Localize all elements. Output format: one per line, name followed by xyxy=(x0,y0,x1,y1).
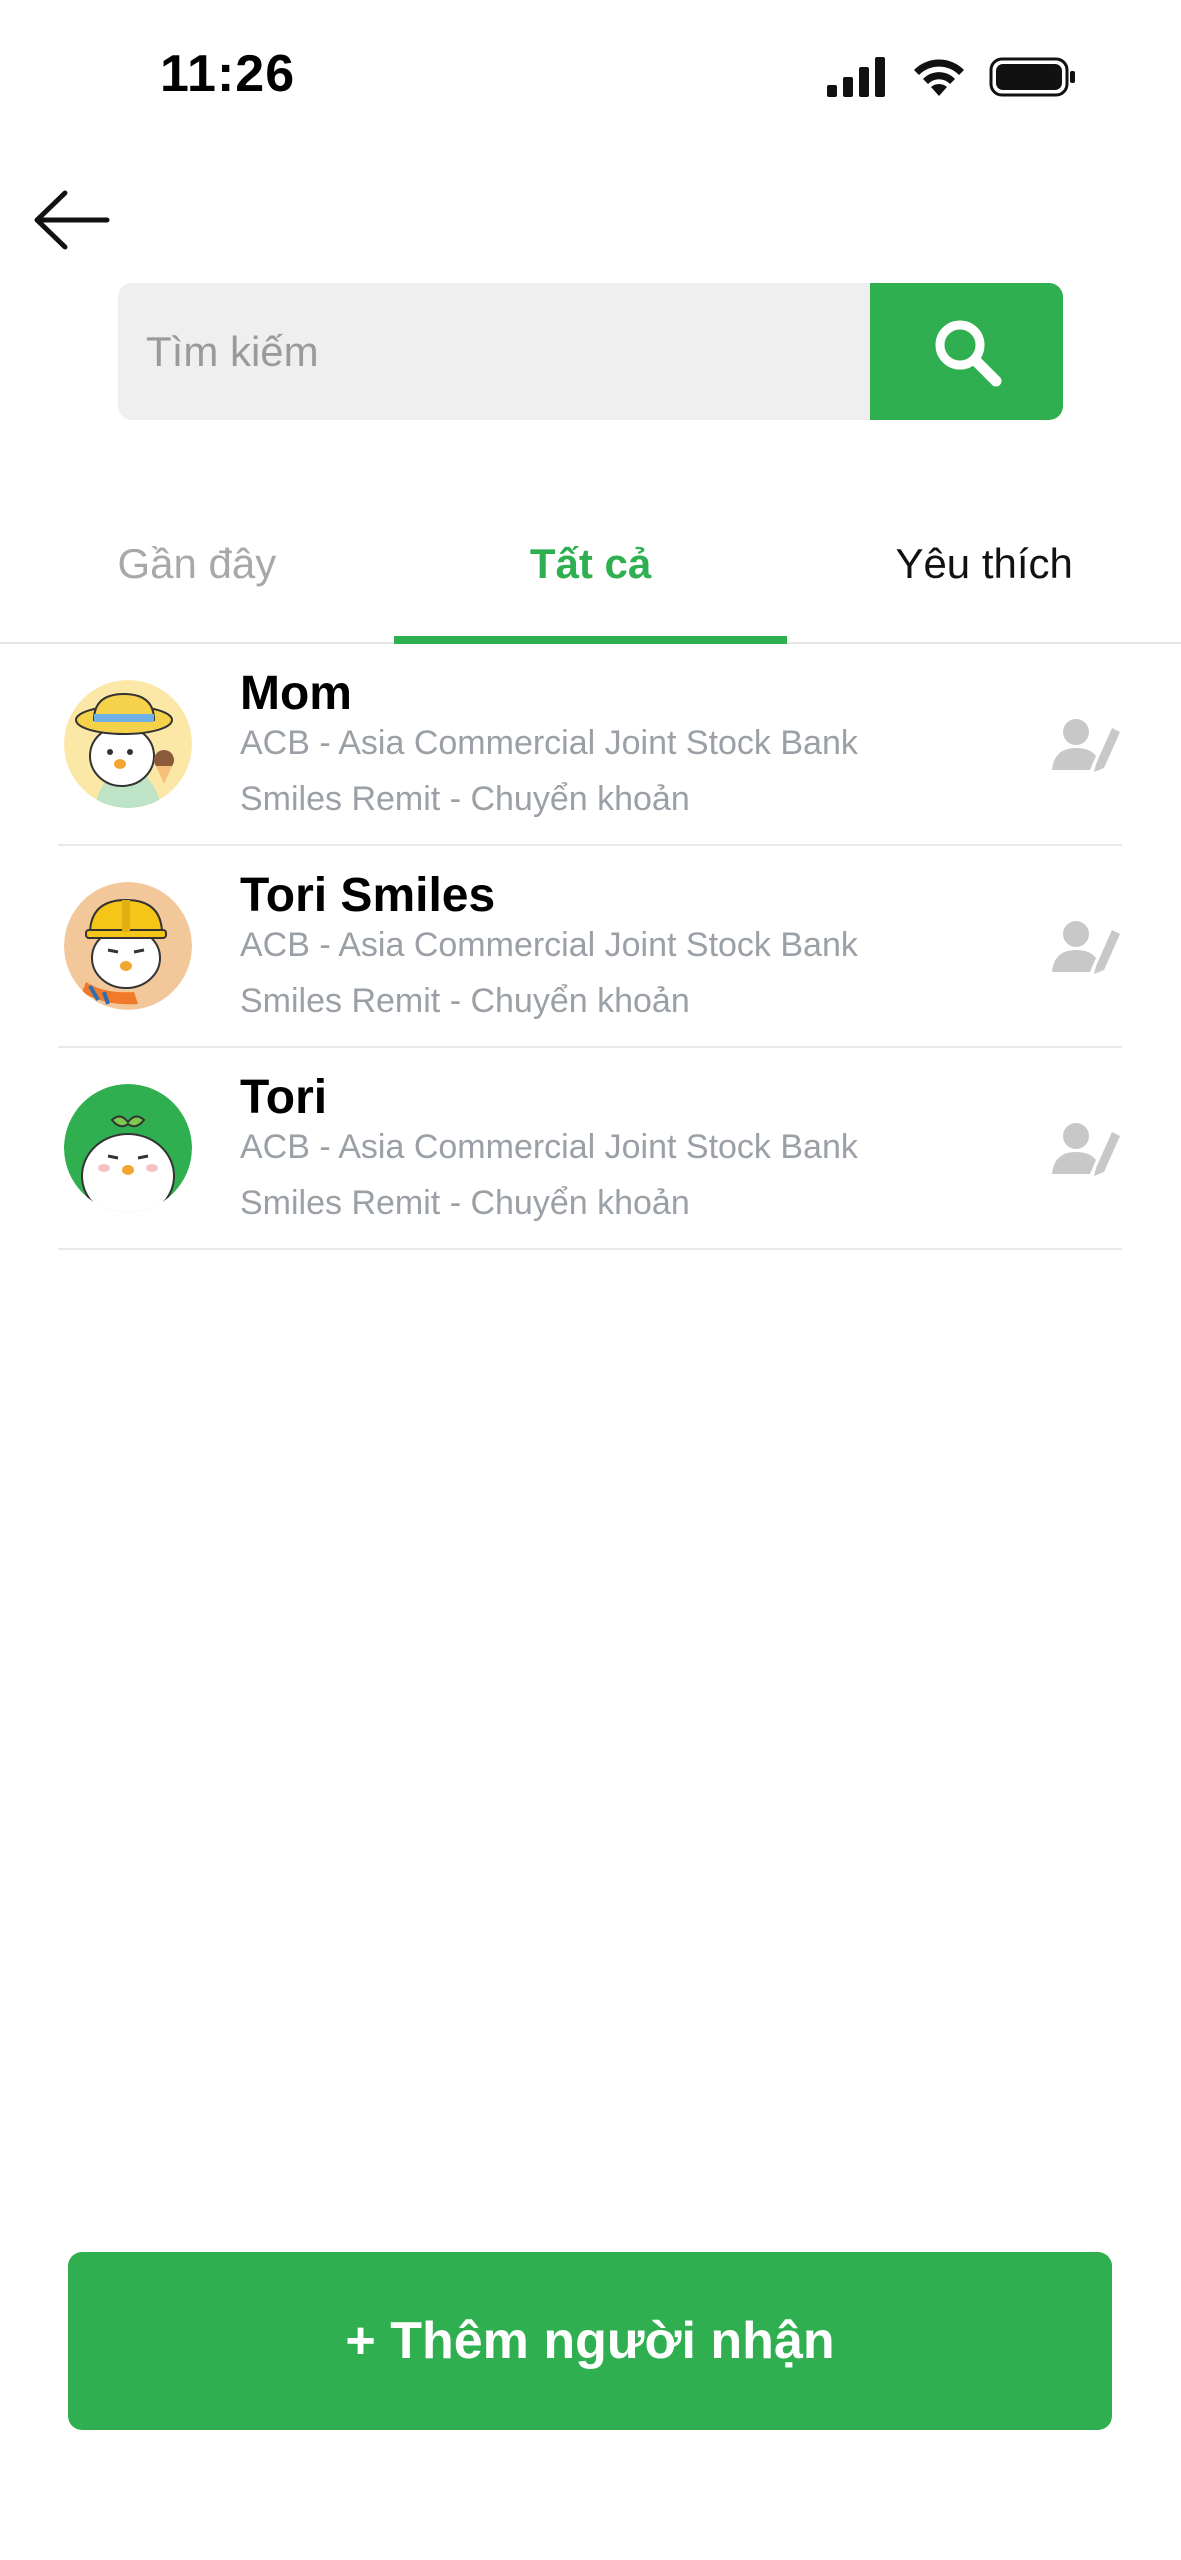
tab-favorites-label: Yêu thích xyxy=(895,540,1073,587)
tab-bar: Gần đây Tất cả Yêu thích xyxy=(0,520,1181,644)
recipient-service: Smiles Remit - Chuyển khoản xyxy=(240,982,690,1020)
recipient-bank: ACB - Asia Commercial Joint Stock Bank xyxy=(240,1128,858,1166)
tab-all[interactable]: Tất cả xyxy=(393,520,788,644)
mom-avatar-icon xyxy=(64,680,192,808)
user-edit-icon xyxy=(1052,1123,1120,1176)
status-icons xyxy=(825,56,1077,98)
tab-all-label: Tất cả xyxy=(529,540,652,587)
recipient-name: Tori xyxy=(240,1071,328,1124)
search-input[interactable] xyxy=(118,283,870,420)
edit-recipient-button[interactable] xyxy=(1050,1118,1122,1182)
recipient-service: Smiles Remit - Chuyển khoản xyxy=(240,780,690,818)
status-time: 11:26 xyxy=(160,45,296,103)
search-bar xyxy=(118,283,1063,420)
back-button[interactable] xyxy=(26,180,116,260)
tori-smiles-avatar-icon xyxy=(64,882,192,1010)
edit-recipient-button[interactable] xyxy=(1050,714,1122,778)
recipient-name: Tori Smiles xyxy=(240,869,496,922)
recipient-bank: ACB - Asia Commercial Joint Stock Bank xyxy=(240,724,858,762)
recipient-service: Smiles Remit - Chuyển khoản xyxy=(240,1184,690,1222)
tab-recent-label: Gần đây xyxy=(117,540,277,587)
recipient-list: Mom ACB - Asia Commercial Joint Stock Ba… xyxy=(58,644,1122,1250)
recipient-bank: ACB - Asia Commercial Joint Stock Bank xyxy=(240,926,858,964)
status-bar: 11:26 xyxy=(0,0,1181,160)
user-edit-icon xyxy=(1052,921,1120,974)
cellular-signal-icon xyxy=(827,57,885,97)
search-icon xyxy=(935,320,1001,386)
add-recipient-label: + Thêm người nhận xyxy=(345,2312,835,2370)
tab-recent[interactable]: Gần đây xyxy=(0,520,394,642)
recipient-row[interactable]: Mom ACB - Asia Commercial Joint Stock Ba… xyxy=(58,644,1122,846)
recipient-row[interactable]: Tori ACB - Asia Commercial Joint Stock B… xyxy=(58,1048,1122,1250)
tori-avatar-icon xyxy=(64,1084,192,1212)
arrow-left-icon xyxy=(34,190,110,250)
edit-recipient-button[interactable] xyxy=(1050,916,1122,980)
avatar xyxy=(64,882,192,1010)
search-button[interactable] xyxy=(870,283,1063,420)
battery-icon xyxy=(989,57,1075,97)
tab-favorites[interactable]: Yêu thích xyxy=(787,520,1181,642)
avatar xyxy=(64,1084,192,1212)
wifi-icon xyxy=(914,59,964,96)
recipient-row[interactable]: Tori Smiles ACB - Asia Commercial Joint … xyxy=(58,846,1122,1048)
avatar xyxy=(64,680,192,808)
recipient-name: Mom xyxy=(240,667,352,720)
user-edit-icon xyxy=(1052,719,1120,772)
add-recipient-button[interactable]: + Thêm người nhận xyxy=(68,2252,1112,2430)
